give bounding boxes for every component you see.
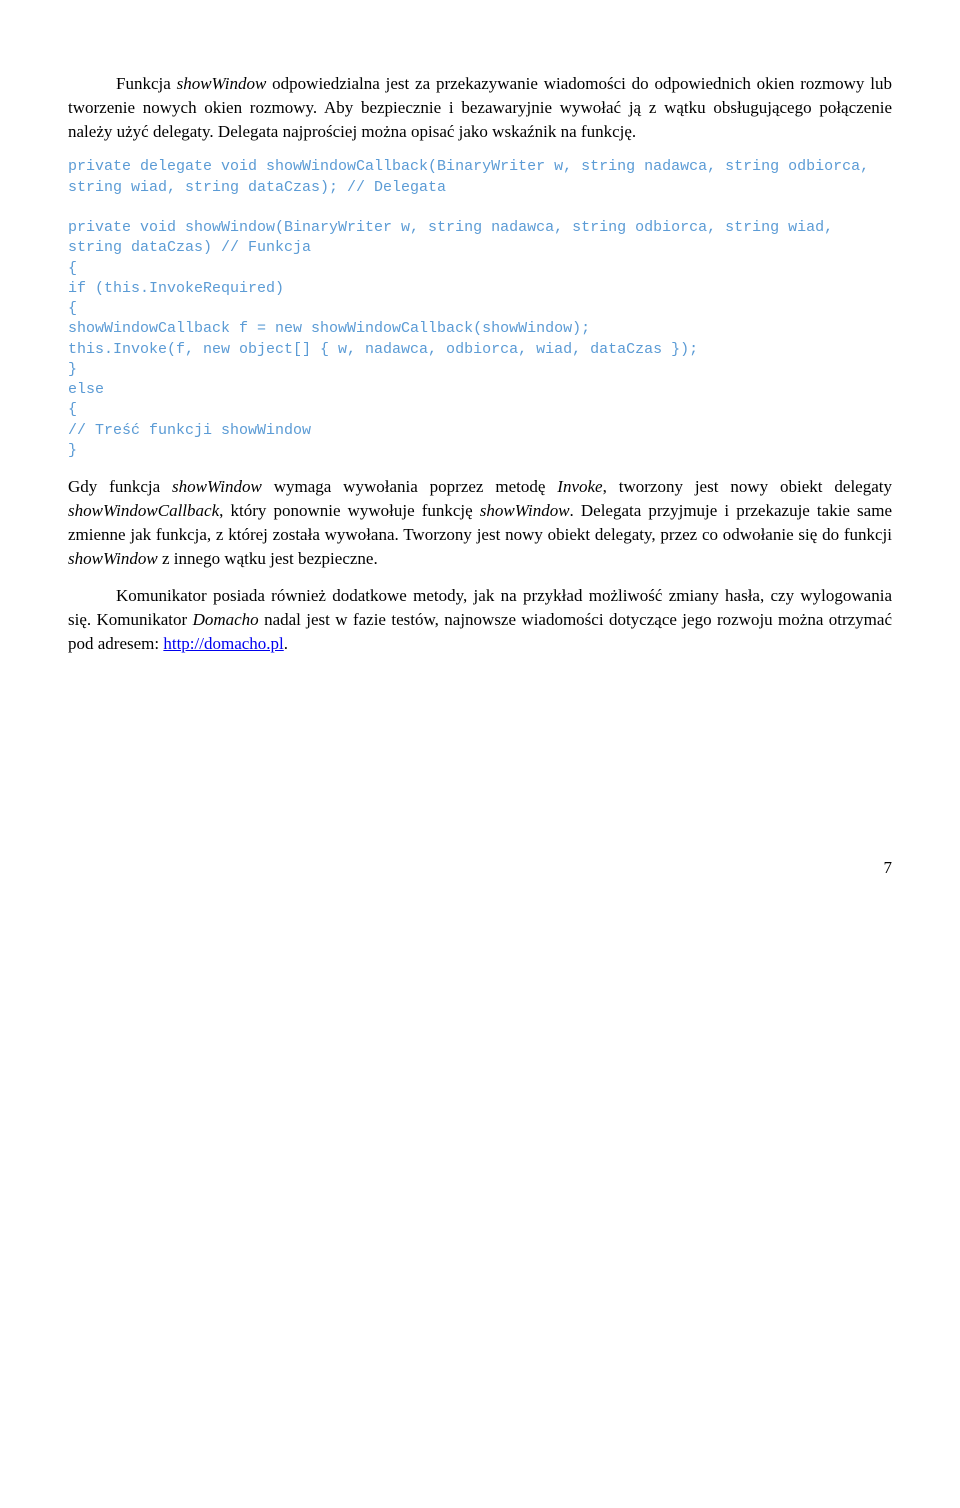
text: Gdy funkcja — [68, 477, 172, 496]
text-italic: showWindowCallback — [68, 501, 219, 520]
text-italic: Domacho — [193, 610, 259, 629]
text: z innego wątku jest bezpieczne. — [158, 549, 378, 568]
paragraph-1: Funkcja showWindow odpowiedzialna jest z… — [68, 72, 892, 143]
page-number: 7 — [68, 856, 892, 880]
code-block: private delegate void showWindowCallback… — [68, 157, 892, 461]
link-domacho[interactable]: http://domacho.pl — [163, 634, 283, 653]
text: , tworzony jest nowy obiekt delegaty — [603, 477, 892, 496]
text: , który ponownie wywołuje funkcję — [219, 501, 480, 520]
paragraph-2: Gdy funkcja showWindow wymaga wywołania … — [68, 475, 892, 570]
text-italic: showWindow — [68, 549, 158, 568]
text-italic: showWindow — [172, 477, 262, 496]
text-italic: Invoke — [557, 477, 602, 496]
text: Funkcja — [116, 74, 177, 93]
text: wymaga wywołania poprzez metodę — [262, 477, 557, 496]
text-italic: showWindow — [480, 501, 570, 520]
text-italic: showWindow — [177, 74, 267, 93]
text: . — [284, 634, 288, 653]
paragraph-3: Komunikator posiada również dodatkowe me… — [68, 584, 892, 655]
